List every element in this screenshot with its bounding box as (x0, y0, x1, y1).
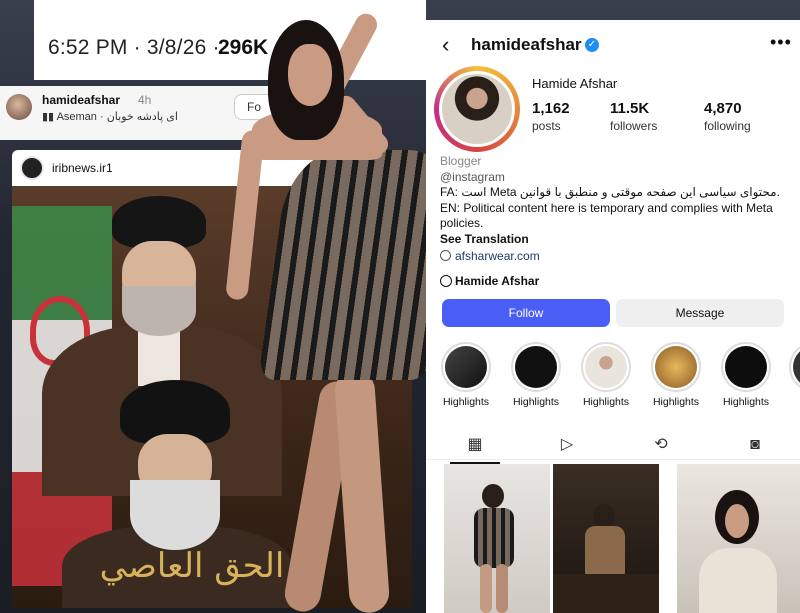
stat-number: 11.5K (610, 100, 650, 117)
post-thumbnail[interactable] (677, 464, 800, 613)
highlight-label: Highlights (582, 396, 630, 408)
profile-category: Blogger (440, 154, 482, 168)
irib-username[interactable]: iribnews.ir1 (52, 161, 113, 175)
highlight-circle (721, 342, 771, 392)
threads-username[interactable]: hamideafshar (42, 93, 120, 107)
stat-label: posts (532, 119, 561, 133)
threads-badge[interactable]: Hamide Afshar (440, 274, 539, 288)
highlight-label: Highlights (652, 396, 700, 408)
stat-label: following (704, 119, 751, 133)
figure-beard (122, 286, 196, 336)
follow-button[interactable]: Follow (442, 299, 610, 327)
highlight-label: H (784, 396, 800, 408)
highlight-label: Highlights (722, 396, 770, 408)
instagram-profile: ‹ hamideafshar ✓ ••• Hamide Afshar 1,162… (426, 20, 800, 613)
threads-music-label: ▮▮ Aseman · ای پادشه خوبان (42, 110, 178, 123)
reels-icon[interactable]: ▷ (556, 434, 578, 456)
figure-beard (130, 480, 220, 550)
profile-link[interactable]: afsharwear.com (440, 249, 540, 263)
highlight-circle (581, 342, 631, 392)
profile-picture[interactable] (439, 71, 515, 147)
highlight-circle (441, 342, 491, 392)
message-button[interactable]: Message (616, 299, 784, 327)
highlight-item[interactable]: Highlights (506, 342, 566, 408)
highlight-item[interactable]: Highlights (436, 342, 496, 408)
highlight-label: Highlights (512, 396, 560, 408)
post-timestamp: 6:52 PM · 3/8/26 · (48, 36, 220, 59)
highlight-label: Highlights (442, 396, 490, 408)
profile-mention[interactable]: @instagram (440, 170, 505, 184)
highlight-item[interactable]: Highlights (716, 342, 776, 408)
back-arrow-icon[interactable]: ‹ (442, 32, 449, 58)
profile-handle: hamideafshar (471, 35, 582, 54)
see-translation-link[interactable]: See Translation (440, 232, 529, 246)
highlight-circle (789, 342, 800, 392)
highlight-item[interactable]: H (784, 342, 800, 408)
model-leg (333, 368, 391, 613)
highlight-item[interactable]: Highlights (646, 342, 706, 408)
stat-followers[interactable]: 11.5K followers (610, 100, 657, 133)
profile-tabs: ▦ ▷ ⟲ ◙ (426, 428, 800, 464)
reposts-icon[interactable]: ⟲ (650, 434, 672, 456)
stat-posts[interactable]: 1,162 posts (532, 100, 570, 133)
profile-link-text: afsharwear.com (455, 249, 540, 263)
threads-badge-label: Hamide Afshar (455, 274, 540, 288)
grid-icon[interactable]: ▦ (450, 434, 500, 464)
stat-number: 1,162 (532, 100, 570, 117)
model-cutout (225, 0, 461, 613)
threads-icon (440, 275, 452, 287)
highlight-item[interactable]: Highlights (576, 342, 636, 408)
avatar[interactable] (6, 94, 32, 120)
highlight-circle (511, 342, 561, 392)
post-thumbnail[interactable] (444, 464, 550, 613)
music-title: Aseman · ای پادشه خوبان (56, 111, 178, 123)
avatar[interactable] (20, 156, 44, 180)
stat-following[interactable]: 4,870 following (704, 100, 751, 133)
highlight-circle (651, 342, 701, 392)
stat-number: 4,870 (704, 100, 742, 117)
more-options-icon[interactable]: ••• (770, 32, 792, 53)
threads-post-age: 4h (138, 93, 152, 107)
link-icon (440, 250, 451, 261)
music-icon: ▮▮ (42, 111, 57, 123)
bio-english: EN: Political content here is temporary … (440, 201, 773, 230)
verified-badge-icon: ✓ (585, 38, 599, 52)
post-thumbnail[interactable] (553, 464, 659, 613)
display-name: Hamide Afshar (532, 76, 618, 91)
tagged-icon[interactable]: ◙ (744, 434, 766, 456)
stat-label: followers (610, 119, 658, 133)
bio-persian: FA: است Meta محتوای سیاسی این صفحه موقتی… (440, 185, 780, 199)
model-face (288, 44, 332, 106)
